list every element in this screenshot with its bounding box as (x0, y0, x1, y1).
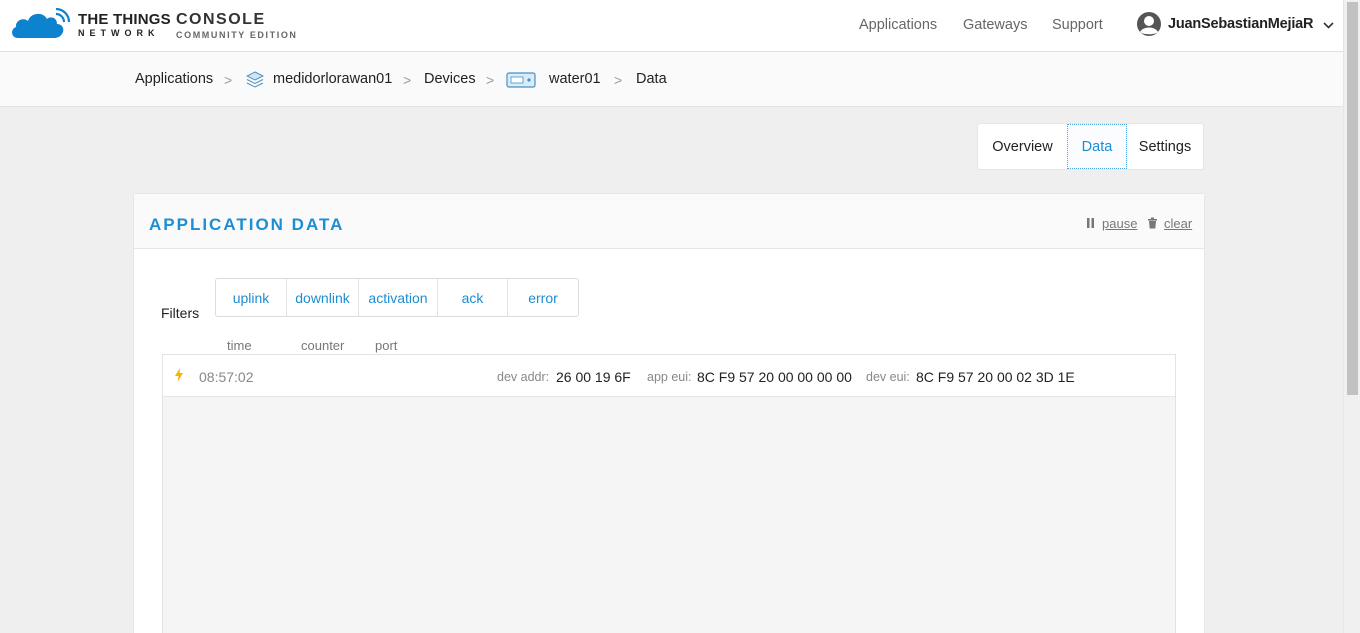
user-menu[interactable]: JuanSebastianMejiaR (1136, 11, 1334, 37)
breadcrumb-separator: > (614, 72, 623, 88)
user-name: JuanSebastianMejiaR (1168, 16, 1314, 32)
event-time: 08:57:02 (199, 369, 254, 385)
column-header-port: port (375, 338, 398, 353)
filter-activation[interactable]: activation (359, 279, 438, 316)
nav-gateways[interactable]: Gateways (963, 17, 1027, 33)
breadcrumb-separator: > (403, 72, 412, 88)
app-eui-value: 8C F9 57 20 00 00 00 00 (697, 369, 852, 385)
pause-button[interactable]: pause (1102, 216, 1137, 231)
filter-downlink[interactable]: downlink (287, 279, 359, 316)
trash-icon[interactable] (1147, 217, 1158, 229)
filter-error[interactable]: error (508, 279, 578, 316)
stack-icon (246, 71, 264, 88)
chevron-down-icon (1323, 21, 1334, 29)
breadcrumb-devices[interactable]: Devices (424, 71, 476, 87)
breadcrumb-applications[interactable]: Applications (135, 71, 213, 87)
dev-addr-label: dev addr: (497, 370, 550, 384)
logo-sub-text: NETWORK (78, 28, 160, 38)
user-avatar-icon (1137, 12, 1161, 36)
filter-uplink[interactable]: uplink (216, 279, 287, 316)
device-icon (506, 72, 536, 88)
panel-header: APPLICATION DATA pause clear (134, 194, 1204, 249)
breadcrumb-application[interactable]: medidorlorawan01 (273, 71, 392, 87)
breadcrumb-current: Data (636, 71, 667, 87)
lightning-icon (175, 368, 183, 382)
breadcrumb-separator: > (486, 72, 495, 88)
cloud-logo-icon (12, 8, 71, 38)
nav-support[interactable]: Support (1052, 17, 1103, 33)
column-header-counter: counter (301, 338, 345, 353)
tab-overview[interactable]: Overview (978, 124, 1067, 169)
event-row[interactable]: 08:57:02 dev addr: 26 00 19 6F app eui: … (163, 355, 1175, 397)
breadcrumb-separator: > (224, 72, 233, 88)
column-header-time: time (227, 338, 252, 353)
page-scrollbar[interactable] (1343, 0, 1360, 633)
device-tabs: Overview Data Settings (977, 123, 1204, 170)
logo-main-text: THE THINGS (78, 11, 171, 28)
pause-icon[interactable] (1086, 217, 1096, 229)
logo-wordmark: THE THINGS NETWORK (78, 12, 171, 38)
filters-label: Filters (161, 305, 200, 321)
tab-data[interactable]: Data (1067, 124, 1127, 169)
app-eui-label: app eui: (647, 370, 692, 384)
filter-ack[interactable]: ack (438, 279, 508, 316)
breadcrumb: Applications > medidorlorawan01 > Device… (0, 52, 1343, 107)
console-edition: COMMUNITY EDITION (176, 30, 298, 40)
scrollbar-thumb[interactable] (1347, 2, 1358, 395)
application-data-panel: APPLICATION DATA pause clear Filters upl… (133, 193, 1205, 633)
filter-group: uplink downlink activation ack error (215, 278, 579, 317)
panel-title: APPLICATION DATA (149, 215, 345, 234)
console-title: CONSOLE (176, 11, 266, 28)
dev-eui-value: 8C F9 57 20 00 02 3D 1E (916, 369, 1075, 385)
event-log: 08:57:02 dev addr: 26 00 19 6F app eui: … (162, 354, 1176, 633)
tab-settings[interactable]: Settings (1127, 124, 1203, 169)
clear-button[interactable]: clear (1164, 216, 1192, 231)
dev-eui-label: dev eui: (866, 370, 910, 384)
console-wordmark: CONSOLE COMMUNITY EDITION (176, 12, 298, 40)
dev-addr-value: 26 00 19 6F (556, 369, 631, 385)
nav-applications[interactable]: Applications (859, 17, 937, 33)
top-navigation-bar: THE THINGS NETWORK CONSOLE COMMUNITY EDI… (0, 0, 1343, 52)
breadcrumb-device[interactable]: water01 (549, 71, 601, 87)
ttn-logo[interactable] (10, 8, 72, 40)
